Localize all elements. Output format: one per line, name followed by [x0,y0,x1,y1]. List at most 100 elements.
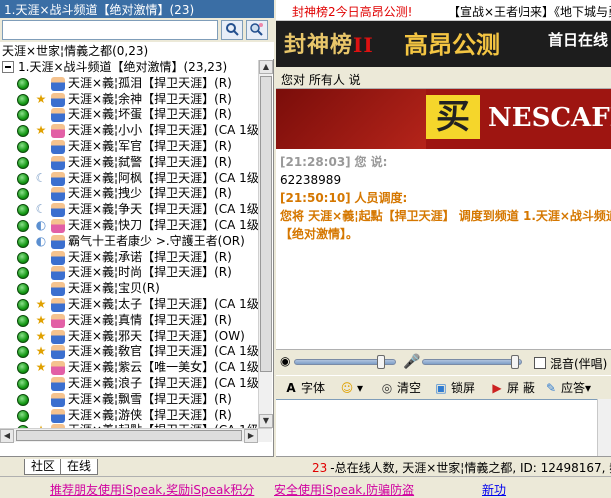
tree-vertical-scrollbar[interactable]: ▲ ▼ [258,60,273,442]
tree-horizontal-scrollbar[interactable]: ◀ ▶ [0,428,272,443]
online-status-icon [17,298,29,311]
channel-tree: 1.天涯×战斗频道【绝对激情】(23,23) 天涯×義¦孤泪【捍卫天涯】(R) ★… [0,60,258,442]
user-name: 天涯×義¦余神【捍卫天涯】(R) [68,91,232,106]
to-recipient-label[interactable]: 您对 所有人 说 [276,67,611,89]
avatar-icon [51,155,65,170]
slider-knob[interactable] [377,355,385,369]
user-row[interactable]: ◐ 霸气十王者康少 >.守護王者(OR) [0,234,258,250]
font-icon: A [286,381,296,395]
user-row[interactable]: ★ 天涯×義¦敎官【捍卫天涯】(CA 1级) [0,344,258,360]
speaker-volume-slider[interactable] [294,355,396,369]
user-row[interactable]: 天涯×義¦军官【捍卫天涯】(R) [0,139,258,155]
search-input[interactable] [2,20,218,40]
nescafe-ad-banner[interactable]: 买 NESCAFE [276,89,611,149]
user-row[interactable]: 天涯×義¦时尚【捍卫天涯】(R) [0,265,258,281]
block-button[interactable]: ▶ 屏 蔽 [490,379,534,397]
user-list: 天涯×義¦孤泪【捍卫天涯】(R) ★ 天涯×義¦余神【捍卫天涯】(R) 天涯×義¦坏蛋… [0,76,258,439]
user-row[interactable]: 天涯×義¦承诺【捍卫天涯】(R) [0,250,258,266]
user-name: 天涯×義¦争天【捍卫天涯】(CA 1级) [68,202,258,217]
avatar-icon [51,313,65,328]
emoji-button[interactable]: ☺ ▾ [340,379,363,397]
chat-message-text: 62238989 [280,173,342,187]
user-name: 天涯×義¦弑警【捍卫天涯】(R) [68,154,232,169]
speaker-icon[interactable]: ◉ [280,354,290,368]
server-root-node[interactable]: 天涯×世家¦情義之都(0,23) [0,42,274,59]
collapse-icon[interactable] [2,61,14,73]
user-row[interactable]: ◐ 天涯×義¦快刀【捍卫天涯】(CA 1级) [0,218,258,234]
user-row[interactable]: ★ 天涯×義¦紫云【唯一美女】(CA 1级) [0,360,258,376]
online-status-icon [17,172,29,185]
message-input[interactable] [276,399,611,456]
user-row[interactable]: ★ 天涯×義¦小小【捍卫天涯】(CA 1级) [0,123,258,139]
online-count: 23 [312,461,328,475]
advanced-search-button[interactable] [246,20,268,40]
online-status-icon [17,409,29,422]
user-name: 天涯×義¦紫云【唯一美女】(CA 1级) [68,360,258,375]
avatar-icon [51,187,65,202]
user-row[interactable]: 天涯×義¦坏蛋【捍卫天涯】(R) [0,107,258,123]
banner-buy-text: 买 [426,95,480,139]
channel-node[interactable]: 1.天涯×战斗频道【绝对激情】(23,23) [0,60,258,76]
ad-ticker-red-text[interactable]: 封神榜2今日高昂公测! [292,3,412,20]
game-ad-banner[interactable]: 封神榜II 高昂公测 首日在线 [276,21,611,67]
input-scrollbar[interactable] [597,399,611,456]
invite-friends-link[interactable]: 推荐朋友使用iSpeak,奖励iSpeak积分 [50,481,254,498]
avatar-icon [51,250,65,265]
font-button[interactable]: A 字体 [284,379,325,397]
scroll-right-arrow-icon[interactable]: ▶ [244,429,258,443]
user-row[interactable]: 天涯×義¦宝贝(R) [0,281,258,297]
user-row[interactable]: 天涯×義¦孤泪【捍卫天涯】(R) [0,76,258,92]
avatar-icon [51,408,65,423]
search-icon [225,22,239,39]
slider-knob[interactable] [511,355,519,369]
mix-checkbox[interactable] [534,357,546,369]
user-row[interactable]: ☾ 天涯×義¦阿枫【捍卫天涯】(CA 1级) [0,171,258,187]
user-row[interactable]: 天涯×義¦游侠【捍卫天涯】(R) [0,408,258,424]
safety-link[interactable]: 安全使用iSpeak,防骗防盗 [274,481,414,498]
user-row[interactable]: ★ 天涯×義¦真情【捍卫天涯】(R) [0,313,258,329]
user-row[interactable]: ★ 天涯×義¦邪天【捍卫天涯】(OW) [0,329,258,345]
online-status-icon [17,140,29,153]
user-row[interactable]: ★ 天涯×義¦余神【捍卫天涯】(R) [0,92,258,108]
online-status-icon [17,283,29,296]
online-status-icon [17,314,29,327]
online-status-icon [17,125,29,138]
tab-community[interactable]: 社区 [24,459,63,475]
lock-screen-button[interactable]: ▣ 锁屏 [434,379,475,397]
user-name: 天涯×義¦承诺【捍卫天涯】(R) [68,249,232,264]
scroll-up-arrow-icon[interactable]: ▲ [259,60,273,74]
scroll-down-arrow-icon[interactable]: ▼ [259,414,273,428]
user-name: 天涯×義¦浪子【捍卫天涯】(CA 1级) [68,375,258,390]
microphone-icon[interactable]: 🎤 [403,354,420,370]
user-row[interactable]: 天涯×義¦拽少【捍卫天涯】(R) [0,186,258,202]
search-button[interactable] [221,20,243,40]
user-row[interactable]: 天涯×義¦浪子【捍卫天涯】(CA 1级) [0,376,258,392]
user-row[interactable]: 天涯×義¦弑警【捍卫天涯】(R) [0,155,258,171]
user-name: 天涯×義¦邪天【捍卫天涯】(OW) [68,328,245,343]
hscroll-thumb[interactable] [16,430,242,441]
clear-button[interactable]: ◎ 清空 [380,379,421,397]
avatar-icon [51,266,65,281]
auto-reply-button[interactable]: ✎ 应答▾ [544,379,591,397]
online-status-icon [17,77,29,90]
new-feature-link[interactable]: 新功 [482,481,506,498]
role-star-icon: ★ [35,360,47,375]
find-user-icon [249,22,265,39]
online-status-icon [17,251,29,264]
mic-volume-slider[interactable] [422,355,522,369]
user-name: 天涯×義¦敎官【捍卫天涯】(CA 1级) [68,344,258,359]
ad-ticker-text[interactable]: 【宣战×王者归来】《地下城与勇士》 [448,3,611,20]
scroll-left-arrow-icon[interactable]: ◀ [0,429,14,443]
role-half-icon: ◐ [35,217,47,232]
avatar-icon [51,92,65,107]
avatar-icon [51,361,65,376]
scroll-thumb[interactable] [260,76,272,372]
user-row[interactable]: ★ 天涯×義¦太子【捍卫天涯】(CA 1级) [0,297,258,313]
user-row[interactable]: ☾ 天涯×義¦争天【捍卫天涯】(CA 1级) [0,202,258,218]
tab-online[interactable]: 在线 [60,459,99,475]
message-title: 人员调度: [354,191,408,205]
user-row[interactable]: 天涯×義¦飘雪【捍卫天涯】(R) [0,392,258,408]
online-status-icon [17,362,29,375]
ad-ticker[interactable]: 封神榜2今日高昂公测! 【宣战×王者归来】《地下城与勇士》 [276,0,611,21]
avatar-icon [51,282,65,297]
